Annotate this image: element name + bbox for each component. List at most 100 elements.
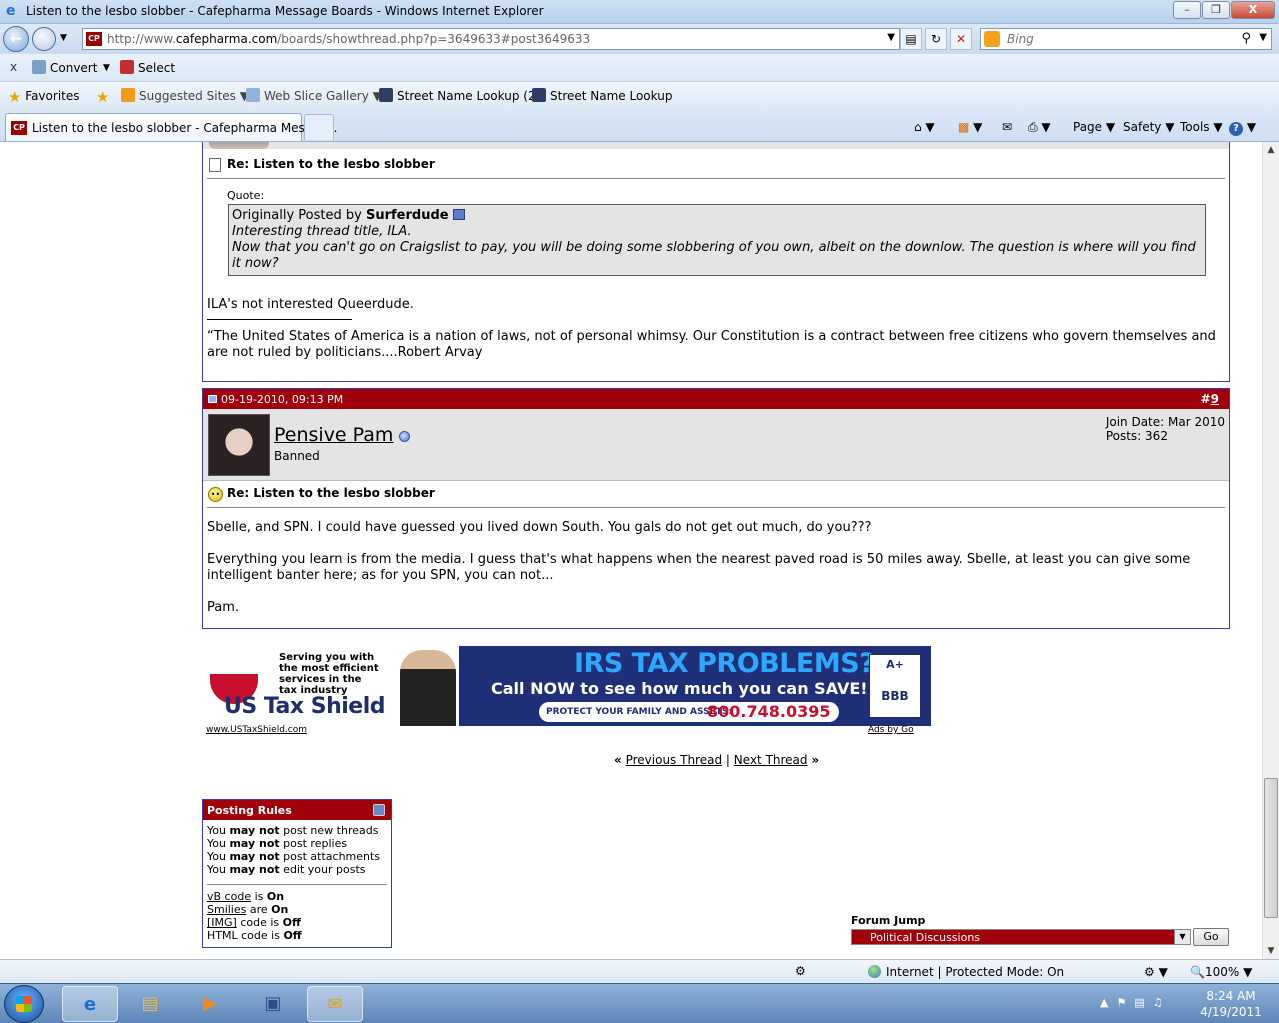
chevron-down-icon[interactable]: ▼ xyxy=(1174,930,1190,944)
previous-thread-link[interactable]: Previous Thread xyxy=(626,753,723,767)
ad-url-link[interactable]: www.USTaxShield.com xyxy=(206,725,307,735)
quote-line: Interesting thread title, ILA. xyxy=(232,224,412,239)
close-window-button[interactable]: X xyxy=(1231,1,1275,19)
history-dropdown-icon[interactable]: ▼ xyxy=(60,33,67,43)
outlook-taskbar-icon[interactable]: ✉ xyxy=(307,986,363,1022)
remote-desktop-taskbar-icon[interactable]: ▣ xyxy=(245,986,301,1022)
web-slice-gallery-link[interactable]: Web Slice Gallery ▼ xyxy=(246,88,382,103)
ie-logo-icon: e xyxy=(6,3,16,19)
img-code-link[interactable]: [IMG] xyxy=(207,916,237,929)
user-panel: Pensive Pam Banned Join Date: Mar 2010 P… xyxy=(203,409,1229,481)
safety-menu[interactable]: Safety ▼ xyxy=(1123,120,1174,134)
post-8: Re: Listen to the lesbo slobber Quote: O… xyxy=(202,142,1230,382)
media-player-taskbar-icon[interactable]: ▶ xyxy=(182,986,238,1022)
ad-right-panel: IRS TAX PROBLEMS? Call NOW to see how mu… xyxy=(459,646,931,726)
explorer-taskbar-icon[interactable]: ▤ xyxy=(122,986,178,1022)
forum-jump-select[interactable]: Political Discussions ▼ xyxy=(851,929,1191,945)
close-toolbar-icon[interactable]: x xyxy=(10,60,17,74)
page-menu[interactable]: Page ▼ xyxy=(1073,120,1115,134)
tax-shield-ad[interactable]: Serving you with the most efficient servic… xyxy=(206,646,932,726)
print-icon[interactable]: ⎙ ▼ xyxy=(1028,120,1051,135)
vertical-scrollbar[interactable]: ▲ ▼ xyxy=(1262,142,1279,959)
feeds-icon[interactable]: ▩ ▼ xyxy=(958,120,982,134)
username-link[interactable]: Pensive Pam xyxy=(274,424,411,446)
ad-spokesman-image xyxy=(400,650,456,726)
vb-code-link[interactable]: vB code xyxy=(207,890,251,903)
suggested-sites-link[interactable]: Suggested Sites ▼ xyxy=(121,88,249,103)
read-mail-icon[interactable]: ✉ xyxy=(1002,120,1012,134)
search-box[interactable]: Bing ⚲ ▼ xyxy=(980,28,1272,50)
street-lookup-icon xyxy=(532,88,546,102)
tab-label: Listen to the lesbo slobber - Cafepharma… xyxy=(32,121,338,135)
tab-cafepharma[interactable]: CP Listen to the lesbo slobber - Cafepha… xyxy=(5,113,337,141)
taskbar-clock[interactable]: 8:24 AM 4/19/2011 xyxy=(1196,988,1266,1020)
search-placeholder[interactable]: Bing xyxy=(1007,32,1034,46)
start-button[interactable] xyxy=(4,985,44,1023)
forward-button[interactable]: → xyxy=(32,27,56,51)
search-dropdown-icon[interactable]: ▼ xyxy=(1259,32,1267,43)
address-url[interactable]: http://www.cafepharma.com/boards/showthr… xyxy=(107,32,590,46)
new-tab-button[interactable] xyxy=(304,114,334,140)
ie-taskbar-icon[interactable]: e xyxy=(62,986,118,1022)
select-button[interactable]: Select xyxy=(120,60,175,75)
avatar xyxy=(209,142,269,149)
minimize-button[interactable]: – xyxy=(1173,1,1201,19)
ads-by-google-link[interactable]: Ads by Go xyxy=(868,725,914,735)
bbb-badge-icon: A+ BBB xyxy=(869,654,921,718)
status-bar: ⚙ Internet | Protected Mode: On ⚙ ▼ 🔍100… xyxy=(0,959,1279,983)
view-post-icon[interactable] xyxy=(452,209,465,220)
maximize-button[interactable]: ❐ xyxy=(1202,1,1230,19)
scroll-up-icon[interactable]: ▲ xyxy=(1263,142,1279,158)
suggested-sites-icon xyxy=(121,88,135,102)
tools-menu[interactable]: Tools ▼ xyxy=(1180,120,1223,134)
post-number: #9 xyxy=(1200,392,1219,406)
search-icon[interactable]: ⚲ xyxy=(1241,31,1251,46)
add-favorites-icon[interactable]: ★ xyxy=(96,88,109,106)
ad-left-panel: Serving you with the most efficient servic… xyxy=(206,646,458,726)
system-tray[interactable]: ▲⚑▤♫ xyxy=(1100,996,1171,1009)
next-thread-link[interactable]: Next Thread xyxy=(734,753,808,767)
favorites-bar: ★ Favorites ★ Suggested Sites ▼ Web Slic… xyxy=(0,82,1279,110)
smile-icon: •• xyxy=(208,487,223,502)
post-body: ILA's not interested Queerdude. xyxy=(207,297,414,312)
thread-navigation: « Previous Thread | Next Thread » xyxy=(614,753,820,767)
street-lookup-link-2[interactable]: Street Name Lookup xyxy=(532,88,672,103)
window-titlebar: e Listen to the lesbo slobber - Cafephar… xyxy=(0,0,1279,24)
zoom-level[interactable]: 🔍100% ▼ xyxy=(1190,965,1252,979)
scroll-thumb[interactable] xyxy=(1264,778,1278,918)
street-lookup-link-1[interactable]: Street Name Lookup (2) xyxy=(379,88,540,103)
convert-button[interactable]: Convert xyxy=(32,60,97,75)
address-bar[interactable]: CP http://www.cafepharma.com/boards/show… xyxy=(82,28,900,50)
windows-taskbar: e ▤ ▶ ▣ ✉ ▲⚑▤♫ 8:24 AM 4/19/2011 xyxy=(0,983,1279,1023)
web-slice-icon xyxy=(246,88,260,102)
post-number-link[interactable]: 9 xyxy=(1211,392,1219,406)
post-icon xyxy=(209,158,221,172)
collapse-icon[interactable] xyxy=(373,804,385,816)
favorites-button[interactable]: ★ Favorites xyxy=(8,88,80,106)
settings-icon[interactable]: ⚙ ▼ xyxy=(1144,965,1168,979)
ad-subline: Call NOW to see how much you can SAVE! xyxy=(491,679,868,698)
back-button[interactable]: ← xyxy=(3,26,29,52)
scroll-down-icon[interactable]: ▼ xyxy=(1263,943,1279,959)
post-body: Pam. xyxy=(207,600,240,615)
popup-blocker-icon[interactable]: ⚙ xyxy=(795,964,806,978)
quote-author: Surferdude xyxy=(365,208,449,223)
forum-jump-go-button[interactable]: Go xyxy=(1193,928,1229,946)
post-9: 09-19-2010, 09:13 PM #9 Pensive Pam Bann… xyxy=(202,388,1230,629)
convert-dropdown-icon[interactable]: ▼ xyxy=(103,63,110,73)
tab-bar: CP Listen to the lesbo slobber - Cafepha… xyxy=(0,110,1279,142)
help-menu[interactable]: ? ▼ xyxy=(1229,120,1256,136)
post-body: Sbelle, and SPN. I could have guessed yo… xyxy=(207,520,872,535)
quote-box: Originally Posted by Surferdude Interest… xyxy=(228,204,1206,276)
smilies-link[interactable]: Smilies xyxy=(207,903,246,916)
home-icon[interactable]: ⌂ ▼ xyxy=(914,120,935,134)
posting-rules-header: Posting Rules xyxy=(203,800,391,820)
tab-favicon-icon: CP xyxy=(11,121,27,135)
quote-line: Now that you can't go on Craigslist to p… xyxy=(232,240,1196,271)
address-dropdown-icon[interactable]: ▼ xyxy=(887,32,895,43)
security-zone[interactable]: Internet | Protected Mode: On xyxy=(868,965,1064,979)
compatibility-view-icon[interactable]: ▤ xyxy=(900,28,922,50)
refresh-icon[interactable]: ↻ xyxy=(925,28,947,50)
stop-icon[interactable]: ✕ xyxy=(950,28,972,50)
post-header: 09-19-2010, 09:13 PM #9 xyxy=(203,389,1229,409)
